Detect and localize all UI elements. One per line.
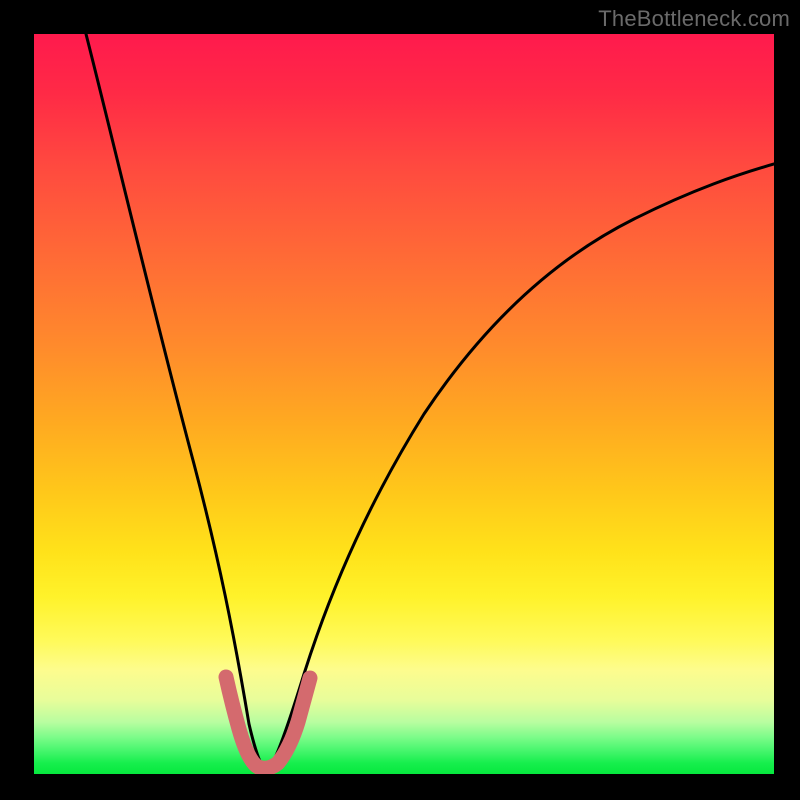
plot-area: [34, 34, 774, 774]
chart-frame: TheBottleneck.com: [0, 0, 800, 800]
bottleneck-curve: [86, 34, 774, 770]
curve-layer: [34, 34, 774, 774]
watermark-text: TheBottleneck.com: [598, 6, 790, 32]
